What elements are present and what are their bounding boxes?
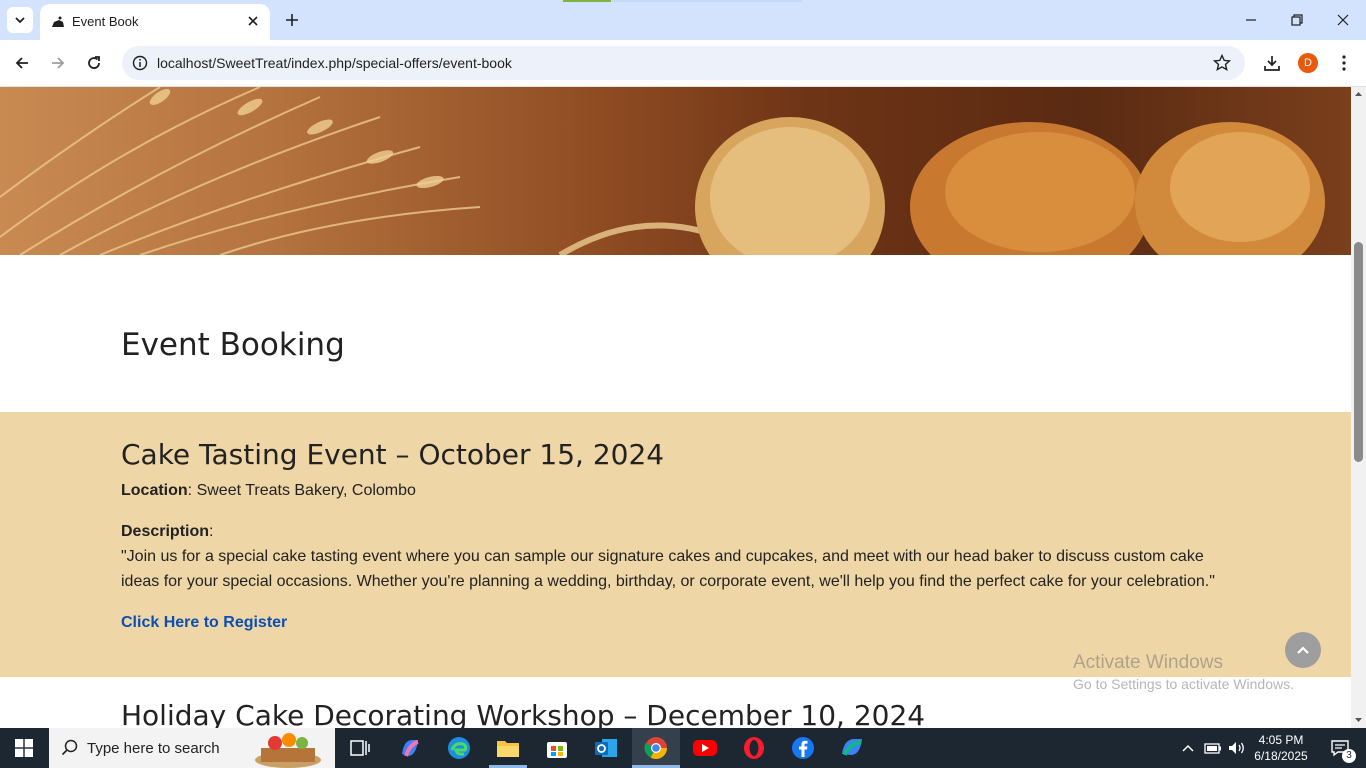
url-text[interactable]: localhost/SweetTreat/index.php/special-o… <box>157 55 512 71</box>
profile-avatar[interactable]: D <box>1298 53 1318 73</box>
browser-tab-strip: Event Book <box>0 0 1366 40</box>
downloads-button[interactable] <box>1260 51 1284 75</box>
store-icon <box>547 742 567 758</box>
task-view-icon <box>350 740 370 756</box>
chevron-up-icon <box>1182 744 1194 752</box>
arrow-left-icon <box>15 57 28 69</box>
search-icon <box>61 739 78 756</box>
chrome-app-button[interactable] <box>642 734 670 762</box>
outlook-app-button[interactable] <box>592 734 620 762</box>
restore-button[interactable] <box>1285 8 1309 32</box>
windows-taskbar: Type here to search 4:05 PM 6/18/2025 3 <box>0 728 1366 768</box>
page-load-indicator <box>563 0 611 2</box>
edge-app-button[interactable] <box>445 734 473 762</box>
minimize-button[interactable] <box>1239 8 1263 32</box>
event-description-label: Description: <box>121 523 213 541</box>
opera-app-button[interactable] <box>740 734 768 762</box>
location-value: : Sweet Treats Bakery, Colombo <box>187 482 416 499</box>
browser-menu-button[interactable] <box>1332 51 1356 75</box>
event-description: "Join us for a special cake tasting even… <box>121 548 1215 590</box>
activate-windows-title: Activate Windows <box>1073 652 1223 673</box>
arrow-right-icon <box>52 57 65 69</box>
scroll-down-arrow-icon[interactable] <box>1354 715 1363 724</box>
close-icon <box>248 16 258 26</box>
close-window-button[interactable] <box>1331 8 1355 32</box>
chevron-down-icon <box>15 17 25 24</box>
outlook-icon <box>595 739 617 757</box>
facebook-app-button[interactable] <box>789 734 817 762</box>
page-scrollbar[interactable] <box>1351 87 1366 728</box>
description-colon: : <box>209 523 214 540</box>
file-explorer-button[interactable] <box>494 734 522 762</box>
search-placeholder[interactable]: Type here to search <box>87 740 220 757</box>
register-link[interactable]: Click Here to Register <box>121 614 287 632</box>
show-hidden-icons-button[interactable] <box>1178 728 1198 768</box>
notifications-button[interactable]: 3 <box>1322 728 1358 768</box>
tab-search-button[interactable] <box>7 7 33 33</box>
start-button[interactable] <box>0 728 48 768</box>
back-button[interactable] <box>10 51 34 75</box>
scroll-to-top-button[interactable] <box>1285 632 1321 668</box>
bookmark-star-icon[interactable] <box>1213 54 1231 72</box>
picnic-basket-icon <box>255 733 321 768</box>
browser-toolbar: localhost/SweetTreat/index.php/special-o… <box>0 40 1366 87</box>
close-icon <box>1337 14 1349 26</box>
restore-icon <box>1291 14 1303 26</box>
folder-icon <box>497 741 519 757</box>
activate-windows-subtitle: Go to Settings to activate Windows. <box>1073 676 1294 692</box>
download-icon <box>1264 56 1280 71</box>
scroll-up-arrow-icon[interactable] <box>1354 90 1363 99</box>
copilot-icon <box>402 740 419 757</box>
tab-close-button[interactable] <box>244 12 262 30</box>
info-icon[interactable] <box>132 55 148 71</box>
speaker-icon <box>1229 742 1244 754</box>
task-view-button[interactable] <box>346 734 374 762</box>
edge-icon <box>448 737 470 759</box>
cake-favicon-icon <box>52 16 64 27</box>
volume-button[interactable] <box>1226 728 1248 768</box>
notification-count-badge: 3 <box>1342 749 1356 763</box>
plus-icon <box>286 14 298 26</box>
reload-button[interactable] <box>82 51 106 75</box>
scrollbar-thumb[interactable] <box>1354 242 1363 462</box>
battery-button[interactable] <box>1202 728 1224 768</box>
bread-wheat-image <box>0 87 1325 255</box>
taskbar-search-box[interactable]: Type here to search <box>49 728 335 768</box>
m365-app-button[interactable] <box>838 734 866 762</box>
address-bar[interactable]: localhost/SweetTreat/index.php/special-o… <box>122 46 1245 80</box>
facebook-icon <box>792 737 814 759</box>
battery-icon <box>1204 743 1221 754</box>
kebab-menu-icon <box>1342 55 1346 71</box>
event-location: Location: Sweet Treats Bakery, Colombo <box>121 482 416 500</box>
minimize-icon <box>1246 19 1256 21</box>
m365-icon <box>842 739 862 756</box>
opera-icon <box>744 737 764 759</box>
system-clock[interactable]: 4:05 PM 6/18/2025 <box>1250 732 1312 764</box>
chrome-icon <box>644 737 667 759</box>
forward-button[interactable] <box>46 51 70 75</box>
store-app-button[interactable] <box>543 734 571 762</box>
chevron-up-icon <box>1297 646 1309 654</box>
page-load-track <box>612 0 802 2</box>
tab-title: Event Book <box>72 14 139 29</box>
location-label: Location <box>121 482 188 499</box>
event-title-2: Holiday Cake Decorating Workshop – Decem… <box>121 699 926 728</box>
youtube-app-button[interactable] <box>691 734 719 762</box>
youtube-icon <box>693 740 717 756</box>
windows-logo-icon <box>15 739 33 757</box>
event-title: Cake Tasting Event – October 15, 2024 <box>121 438 665 471</box>
new-tab-button[interactable] <box>282 10 302 30</box>
hero-bread-banner <box>0 87 1351 255</box>
event-card: Cake Tasting Event – October 15, 2024 Lo… <box>0 412 1351 677</box>
active-tab[interactable]: Event Book <box>40 4 270 40</box>
page-viewport: Event Booking Cake Tasting Event – Octob… <box>0 87 1351 728</box>
reload-icon <box>88 56 100 69</box>
clock-date: 6/18/2025 <box>1254 749 1308 763</box>
clock-time: 4:05 PM <box>1258 733 1304 747</box>
page-title: Event Booking <box>121 327 345 363</box>
copilot-app-button[interactable] <box>396 734 424 762</box>
description-label: Description <box>121 523 210 540</box>
